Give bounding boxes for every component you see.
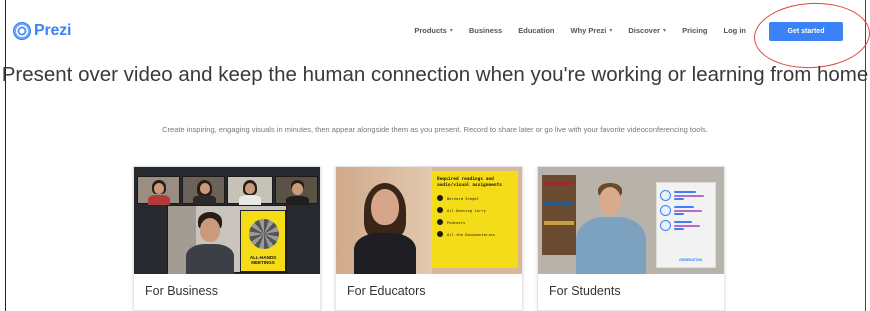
hero-subtitle: Create inspiring, engaging visuals in mi… <box>162 125 708 134</box>
user-icon <box>660 205 671 216</box>
prezi-logo[interactable]: Prezi <box>13 22 71 40</box>
chevron-down-icon: ▾ <box>449 28 453 34</box>
card-students[interactable]: GENERATION For Students <box>537 166 725 311</box>
students-panel: GENERATION <box>656 182 716 268</box>
slide-item: Podcasts <box>437 219 513 225</box>
slide-text: ALL-HANDS MEETINGS <box>249 255 277 265</box>
bullet-icon <box>437 207 443 213</box>
get-started-button[interactable]: Get started <box>769 22 843 41</box>
card-business-image: ALL-HANDS MEETINGS <box>134 167 320 274</box>
card-business-label: For Business <box>145 284 218 298</box>
brand-name: Prezi <box>34 22 72 39</box>
educators-slide: Required readings and audio/visual assig… <box>432 171 518 268</box>
nav-education-label: Education <box>518 26 555 35</box>
card-business[interactable]: ALL-HANDS MEETINGS For Business <box>133 166 321 311</box>
nav-pricing[interactable]: Pricing <box>674 26 715 35</box>
window-frame-right <box>865 0 870 311</box>
nav-products[interactable]: Products ▾ <box>406 26 461 35</box>
nav-discover-label: Discover <box>628 26 661 35</box>
top-navigation: Prezi Products ▾ Business Education Why P… <box>7 0 864 60</box>
video-tile <box>275 176 318 205</box>
nav-products-label: Products <box>414 26 447 35</box>
card-educators-image: Required readings and audio/visual assig… <box>336 167 522 274</box>
slide-item-text: All the Documentaries <box>447 231 496 237</box>
card-educators-label: For Educators <box>347 284 426 298</box>
nav-why-prezi-label: Why Prezi <box>570 26 607 35</box>
main-nav: Products ▾ Business Education Why Prezi ▾ … <box>406 26 754 35</box>
prezi-logo-icon <box>13 22 31 40</box>
slide-item-text: Bernard Stegel <box>447 195 480 201</box>
nav-business-label: Business <box>468 26 503 35</box>
bullet-icon <box>437 195 443 201</box>
bullet-icon <box>437 231 443 237</box>
chevron-down-icon: ▾ <box>663 28 667 34</box>
nav-education[interactable]: Education <box>510 26 562 35</box>
nav-login[interactable]: Log in <box>716 26 755 35</box>
nav-login-label: Log in <box>723 26 747 35</box>
video-tile <box>182 176 225 205</box>
nav-discover[interactable]: Discover ▾ <box>620 26 674 35</box>
slide-item-text: All Dancing Jerry <box>447 207 486 213</box>
user-icon <box>660 220 671 231</box>
main-speaker-video: ALL-HANDS MEETINGS <box>167 205 287 274</box>
slide-item-text: Podcasts <box>447 219 466 225</box>
nav-business[interactable]: Business <box>461 26 510 35</box>
video-tile <box>227 176 273 205</box>
bullet-icon <box>437 219 443 225</box>
panel-footer: GENERATION <box>679 258 703 262</box>
card-students-image: GENERATION <box>538 167 724 274</box>
window-frame-left <box>0 0 6 311</box>
hero-title: Present over video and keep the human co… <box>1 63 869 86</box>
card-students-label: For Students <box>549 284 621 298</box>
audience-cards: ALL-HANDS MEETINGS For Business Required… <box>133 166 725 311</box>
slide-item: All Dancing Jerry <box>437 207 513 213</box>
chevron-down-icon: ▾ <box>609 28 613 34</box>
user-icon <box>660 190 671 201</box>
nav-pricing-label: Pricing <box>682 26 708 35</box>
nav-why-prezi[interactable]: Why Prezi ▾ <box>563 26 621 35</box>
slide-item: Bernard Stegel <box>437 195 513 201</box>
card-educators[interactable]: Required readings and audio/visual assig… <box>335 166 523 311</box>
slide-title: Required readings and audio/visual assig… <box>437 177 503 188</box>
video-tile <box>137 176 180 205</box>
slide-item: All the Documentaries <box>437 231 513 237</box>
